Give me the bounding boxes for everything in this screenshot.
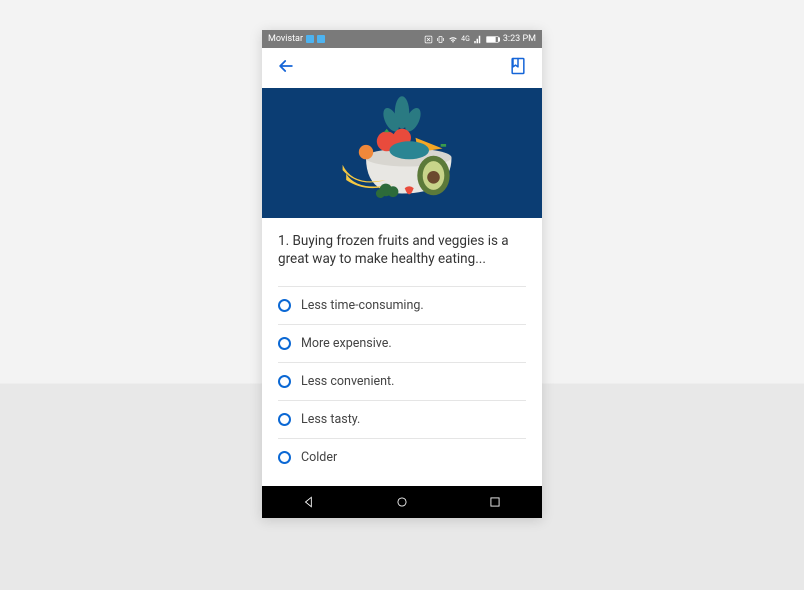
wifi-icon	[448, 35, 458, 44]
radio-icon	[278, 375, 291, 388]
nav-back-button[interactable]	[302, 495, 316, 509]
android-nav-bar	[262, 486, 542, 518]
carrier-label: Movistar	[268, 34, 303, 44]
clock-label: 3:23 PM	[503, 34, 536, 44]
back-button[interactable]	[276, 56, 296, 80]
arrow-left-icon	[276, 56, 296, 76]
battery-icon	[486, 35, 500, 44]
hero-image	[262, 88, 542, 218]
status-app-icon-1	[306, 35, 314, 43]
bookmark-button[interactable]	[508, 56, 528, 80]
circle-home-icon	[395, 495, 409, 509]
option-label: Less time-consuming.	[301, 298, 424, 313]
option-row[interactable]: Less convenient.	[278, 362, 526, 400]
option-label: Less tasty.	[301, 412, 360, 427]
option-row[interactable]: More expensive.	[278, 324, 526, 362]
option-row[interactable]: Less time-consuming.	[278, 286, 526, 324]
options-list: Less time-consuming. More expensive. Les…	[262, 286, 542, 476]
phone-frame: Movistar 4G 3:23 PM	[262, 30, 542, 518]
signal-icon	[473, 35, 483, 44]
option-row[interactable]: Less tasty.	[278, 400, 526, 438]
option-label: Less convenient.	[301, 374, 394, 389]
status-bar: Movistar 4G 3:23 PM	[262, 30, 542, 48]
option-row[interactable]: Colder	[278, 438, 526, 476]
status-bar-right: 4G 3:23 PM	[424, 34, 536, 44]
nfc-icon	[424, 35, 433, 44]
nav-home-button[interactable]	[395, 495, 409, 509]
option-label: Colder	[301, 450, 337, 465]
network-label: 4G	[461, 35, 470, 43]
question-container: 1. Buying frozen fruits and veggies is a…	[262, 218, 542, 278]
radio-icon	[278, 413, 291, 426]
question-text: 1. Buying frozen fruits and veggies is a…	[278, 232, 526, 268]
radio-icon	[278, 451, 291, 464]
fruits-veggies-illustration	[312, 93, 492, 213]
square-recent-icon	[488, 495, 502, 509]
nav-recent-button[interactable]	[488, 495, 502, 509]
app-bar	[262, 48, 542, 88]
vibrate-icon	[436, 35, 445, 44]
radio-icon	[278, 299, 291, 312]
radio-icon	[278, 337, 291, 350]
status-app-icon-2	[317, 35, 325, 43]
bookmark-icon	[508, 56, 528, 76]
status-bar-left: Movistar	[268, 34, 325, 44]
option-label: More expensive.	[301, 336, 392, 351]
triangle-back-icon	[302, 495, 316, 509]
